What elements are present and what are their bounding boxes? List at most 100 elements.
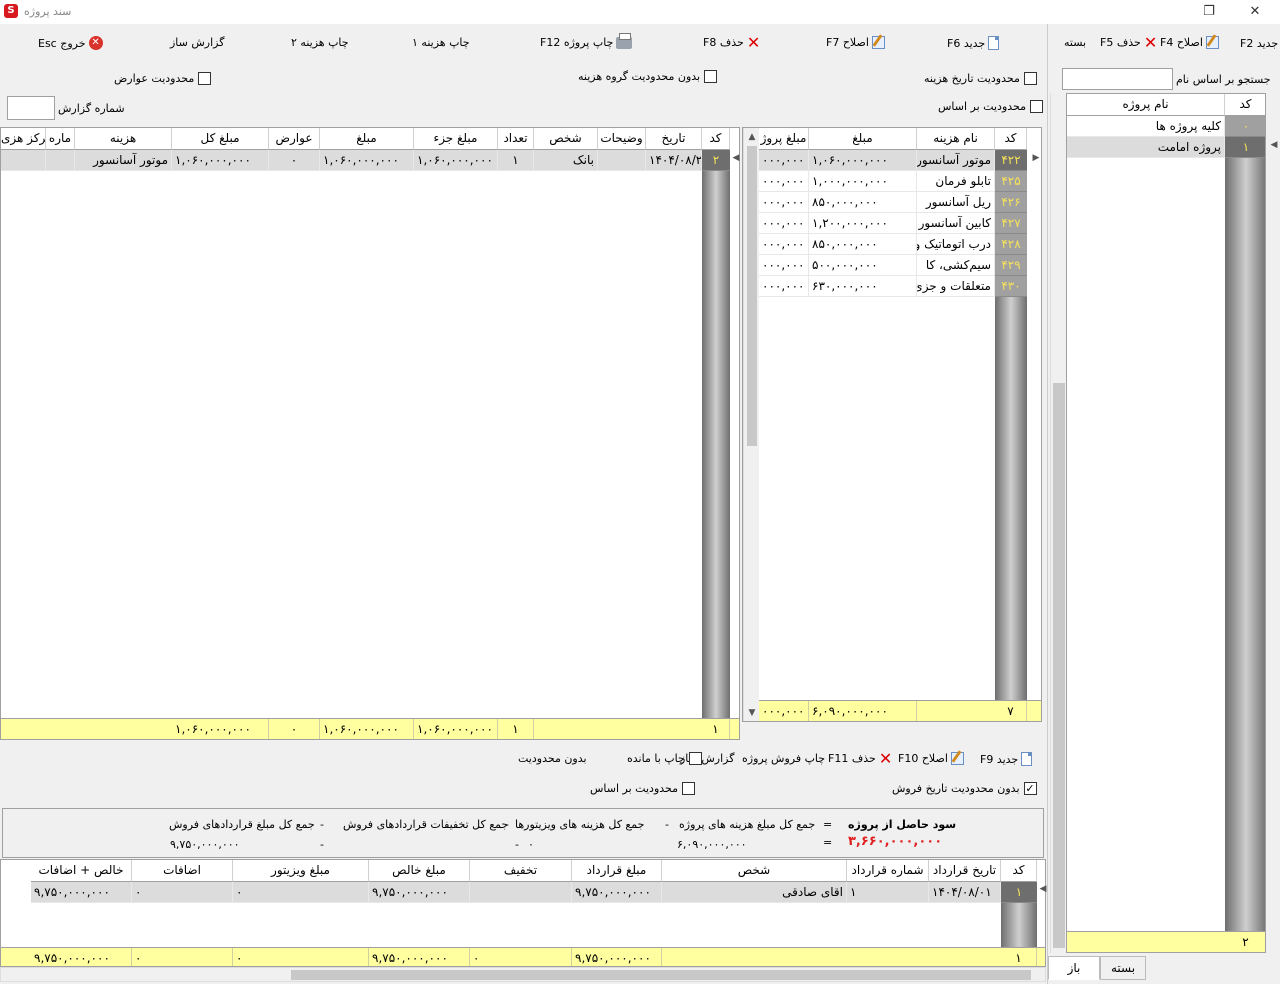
cost-cell-project-amount[interactable]: ۰۰۰,۰۰۰ bbox=[759, 234, 809, 255]
cost-cell-amount[interactable]: ۸۵۰,۰۰۰,۰۰۰ bbox=[809, 234, 917, 255]
detail-cell-fees[interactable]: ۰ bbox=[269, 150, 320, 171]
detail-cell-date[interactable]: ۱۴۰۴/۰۸/۲ bbox=[646, 150, 702, 171]
report-number-input[interactable] bbox=[7, 96, 55, 120]
cost-cell-project-amount[interactable]: ۰۰۰,۰۰۰ bbox=[759, 171, 809, 192]
fee-limit-checkbox[interactable]: محدودیت عوارض bbox=[114, 72, 212, 85]
detail-col-qty[interactable]: تعداد bbox=[498, 128, 534, 150]
sales-cell-visitor[interactable]: ۰ bbox=[233, 882, 369, 903]
sales-cell-net-extras[interactable]: ۹,۷۵۰,۰۰۰,۰۰۰ bbox=[31, 882, 132, 903]
cost-cell-code[interactable]: ۴۲۵ bbox=[995, 171, 1027, 192]
detail-col-fees[interactable]: عوارض bbox=[269, 128, 320, 150]
scroll-up-icon[interactable]: ▲ bbox=[745, 132, 759, 142]
detail-cell-amount[interactable]: ۱,۰۶۰,۰۰۰,۰۰۰ bbox=[320, 150, 414, 171]
cost-new-button[interactable]: جدید F6 bbox=[947, 36, 1000, 50]
sales-edit-button[interactable]: اصلاح F10 bbox=[898, 752, 964, 765]
print-project-button[interactable]: چاپ پروژه F12 bbox=[540, 32, 633, 49]
cost-col-project-amount[interactable]: مبلغ پروژ bbox=[759, 128, 809, 150]
detail-col-total[interactable]: مبلغ کل bbox=[172, 128, 269, 150]
checkbox-box[interactable] bbox=[688, 752, 702, 765]
sales-delete-button[interactable]: ✕ حذف F11 bbox=[828, 750, 892, 766]
detail-cell-total[interactable]: ۱,۰۶۰,۰۰۰,۰۰۰ bbox=[172, 150, 269, 171]
cost-cell-name[interactable]: کابین آسانسور bbox=[917, 213, 995, 234]
cost-cell-amount[interactable]: ۶۳۰,۰۰۰,۰۰۰ bbox=[809, 276, 917, 297]
detail-col-person[interactable]: شخص bbox=[534, 128, 598, 150]
project-grid-scrollbar[interactable] bbox=[1050, 93, 1066, 953]
checkbox-box[interactable] bbox=[682, 782, 696, 795]
sales-basis-limit-checkbox[interactable]: محدودیت بر اساس bbox=[590, 782, 696, 795]
sales-no-limit-checkbox[interactable]: بدون محدودیت bbox=[518, 752, 587, 765]
cost-cell-code[interactable]: ۴۳۰ bbox=[995, 276, 1027, 297]
cost-cell-amount[interactable]: ۸۵۰,۰۰۰,۰۰۰ bbox=[809, 192, 917, 213]
detail-cell-unit[interactable]: ۱,۰۶۰,۰۰۰,۰۰۰ bbox=[414, 150, 498, 171]
basis-limit-checkbox[interactable]: محدودیت بر اساس bbox=[938, 100, 1044, 113]
project-row-name[interactable]: کلیه پروژه ها bbox=[1067, 116, 1225, 137]
cost-cell-project-amount[interactable]: ۰۰۰,۰۰۰ bbox=[759, 213, 809, 234]
detail-col-date[interactable]: تاریخ bbox=[646, 128, 702, 150]
sales-col-net[interactable]: مبلغ خالص bbox=[369, 860, 470, 882]
checkbox-box[interactable] bbox=[198, 72, 212, 85]
project-row-code[interactable]: ۱ bbox=[1225, 137, 1265, 158]
cost-cell-code[interactable]: ۴۲۷ bbox=[995, 213, 1027, 234]
cost-cell-name[interactable]: متعلقات و جزئ bbox=[917, 276, 995, 297]
sales-col-person[interactable]: شخص bbox=[662, 860, 847, 882]
detail-cell-desc[interactable] bbox=[598, 150, 646, 171]
cost-cell-code[interactable]: ۴۲۸ bbox=[995, 234, 1027, 255]
scroll-thumb[interactable] bbox=[291, 970, 1031, 980]
project-col-code[interactable]: کد bbox=[1225, 94, 1265, 116]
sales-col-net-extras[interactable]: خالص + اضافات bbox=[31, 860, 132, 882]
checkbox-box[interactable]: ✓ bbox=[1023, 782, 1037, 795]
cost-cell-name[interactable]: درب اتوماتیک و bbox=[917, 234, 995, 255]
close-window-icon[interactable]: ✕ bbox=[1240, 2, 1270, 22]
detail-col-unit[interactable]: مبلغ جزء bbox=[414, 128, 498, 150]
detail-cell-code[interactable]: ۲ bbox=[702, 150, 730, 171]
project-close-button[interactable]: بسته bbox=[1064, 36, 1086, 49]
scroll-down-icon[interactable]: ▼ bbox=[745, 708, 759, 718]
sales-new-button[interactable]: جدید F9 bbox=[980, 752, 1033, 766]
project-new-button[interactable]: جدید F2 bbox=[1240, 36, 1280, 50]
sales-col-visitor[interactable]: مبلغ ویزیتور bbox=[233, 860, 369, 882]
project-row-name[interactable]: پروژه امامت bbox=[1067, 137, 1225, 158]
detail-cell-qty[interactable]: ۱ bbox=[498, 150, 534, 171]
print-cost1-button[interactable]: چاپ هزینه ۱ bbox=[412, 36, 470, 49]
detail-col-amount[interactable]: مبلغ bbox=[320, 128, 414, 150]
sales-col-contract[interactable]: مبلغ قرارداد bbox=[572, 860, 662, 882]
cost-cell-name[interactable]: ریل آسانسور bbox=[917, 192, 995, 213]
checkbox-box[interactable] bbox=[1023, 72, 1037, 85]
cost-cell-name[interactable]: سیم‌کشی، کا bbox=[917, 255, 995, 276]
sales-cell-discount[interactable] bbox=[470, 882, 572, 903]
cost-date-limit-checkbox[interactable]: محدودیت تاریخ هزینه bbox=[924, 72, 1037, 85]
sales-cell-net[interactable]: ۹,۷۵۰,۰۰۰,۰۰۰ bbox=[369, 882, 470, 903]
cost-cell-code[interactable]: ۴۲۹ bbox=[995, 255, 1027, 276]
detail-col-cost[interactable]: هزینه bbox=[75, 128, 172, 150]
detail-cell-cost[interactable]: موتور آسانسور bbox=[75, 150, 172, 171]
report-builder-button[interactable]: گزارش ساز bbox=[170, 36, 224, 49]
cost-cell-name[interactable]: تابلو فرمان bbox=[917, 171, 995, 192]
cost-grid-scrollbar[interactable]: ▲ ▼ bbox=[743, 128, 759, 721]
cost-cell-code[interactable]: ۴۲۲ bbox=[995, 150, 1027, 171]
print-sales-button[interactable]: چاپ فروش پروژه bbox=[742, 752, 825, 765]
scroll-thumb[interactable] bbox=[747, 146, 757, 446]
sales-cell-person[interactable]: اقای صادقی bbox=[662, 882, 847, 903]
cost-cell-project-amount[interactable]: ۰۰۰,۰۰۰ bbox=[759, 150, 809, 171]
cost-cell-project-amount[interactable]: ۰۰۰,۰۰۰ bbox=[759, 192, 809, 213]
cost-cell-project-amount[interactable]: ۰۰۰,۰۰۰ bbox=[759, 255, 809, 276]
sales-cell-code[interactable]: ۱ bbox=[1001, 882, 1037, 903]
tab-open[interactable]: باز bbox=[1048, 956, 1100, 980]
cost-cell-amount[interactable]: ۵۰۰,۰۰۰,۰۰۰ bbox=[809, 255, 917, 276]
sales-cell-number[interactable]: ۱ bbox=[847, 882, 929, 903]
project-col-name[interactable]: نام پروژه bbox=[1067, 94, 1225, 116]
detail-col-desc[interactable]: وضیحات bbox=[598, 128, 646, 150]
cost-cell-code[interactable]: ۴۲۶ bbox=[995, 192, 1027, 213]
cost-col-code[interactable]: کد bbox=[995, 128, 1027, 150]
sales-cell-extras[interactable]: ۰ bbox=[132, 882, 233, 903]
detail-col-num[interactable]: ماره bbox=[46, 128, 75, 150]
detail-cell-person[interactable]: بانک bbox=[534, 150, 598, 171]
cost-cell-amount[interactable]: ۱,۲۰۰,۰۰۰,۰۰۰ bbox=[809, 213, 917, 234]
sales-col-number[interactable]: شماره قرارداد bbox=[847, 860, 929, 882]
detail-cell-center[interactable] bbox=[1, 150, 46, 171]
cost-cell-amount[interactable]: ۱,۰۶۰,۰۰۰,۰۰۰ bbox=[809, 150, 917, 171]
project-search-input[interactable] bbox=[1062, 68, 1173, 90]
project-row-code[interactable]: ۰ bbox=[1225, 116, 1265, 137]
project-delete-button[interactable]: ✕ حذف F5 bbox=[1100, 34, 1157, 50]
detail-col-code[interactable]: کد bbox=[702, 128, 730, 150]
